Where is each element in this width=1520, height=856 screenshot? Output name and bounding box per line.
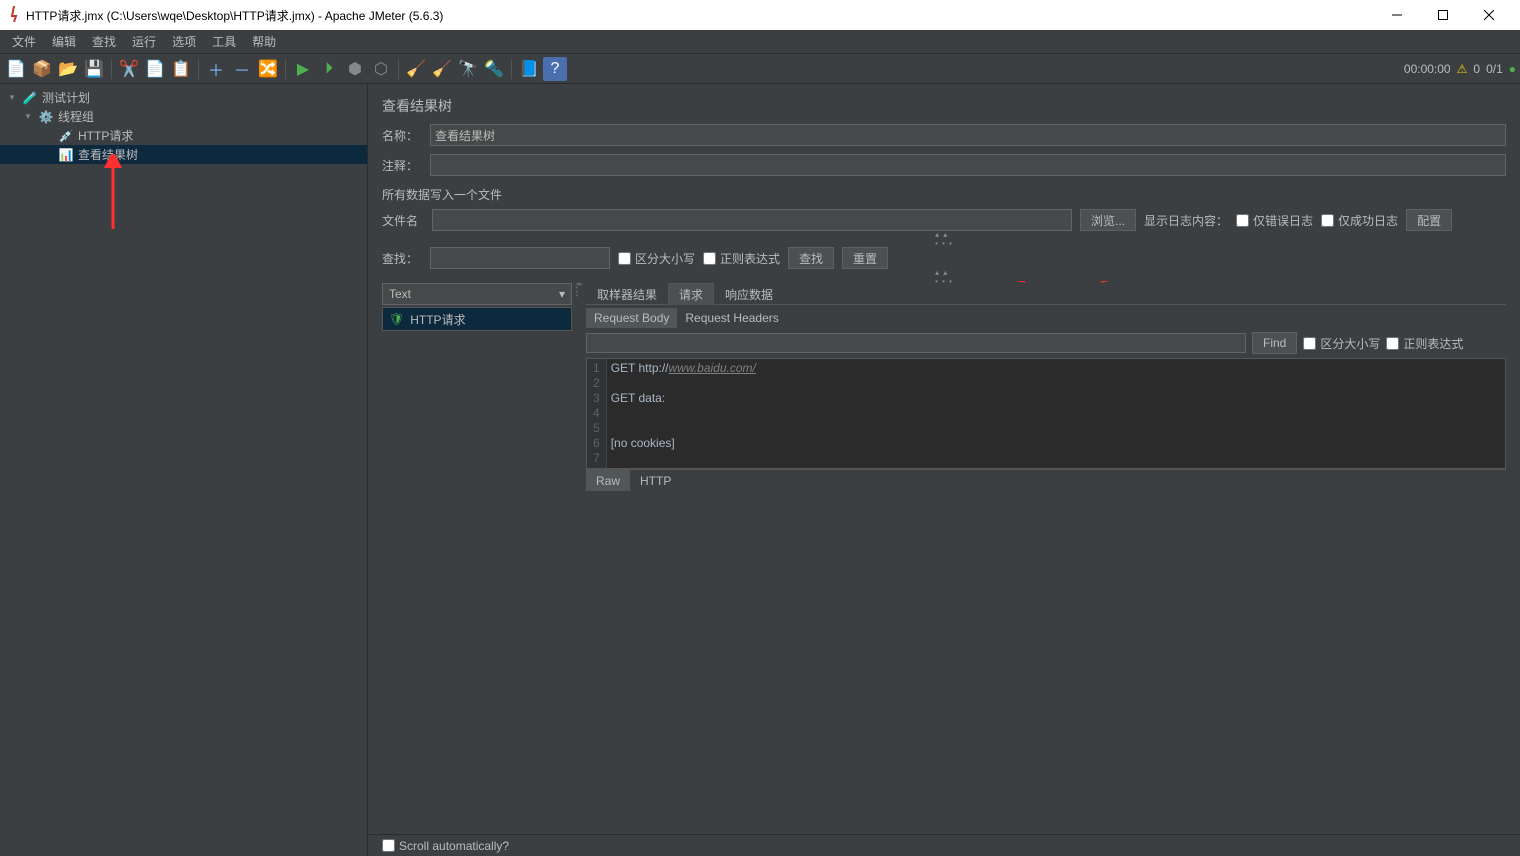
- success-icon: 🛡: [389, 312, 404, 326]
- tree-view-results[interactable]: 📊 查看结果树: [0, 145, 367, 164]
- toolbar: 📄 📦 📂 💾 ✂️ 📄 📋 ＋ － 🔀 ▶ ⏵ ⬢ ⬡ 🧹 🧹 🔭 🔦 📘 ?…: [0, 54, 1520, 84]
- copy-icon[interactable]: 📄: [143, 57, 167, 81]
- tab-response[interactable]: 响应数据: [714, 283, 784, 305]
- maximize-button[interactable]: [1420, 0, 1466, 30]
- flask-icon: 🧪: [22, 90, 38, 106]
- subtab-headers[interactable]: Request Headers: [677, 308, 786, 328]
- find-regex-checkbox[interactable]: 正则表达式: [1386, 335, 1463, 352]
- only-errors-checkbox[interactable]: 仅错误日志: [1236, 212, 1313, 229]
- menu-file[interactable]: 文件: [4, 31, 44, 52]
- reset-search-icon[interactable]: 🔦: [482, 57, 506, 81]
- filename-label: 文件名: [382, 212, 424, 229]
- tab-sampler-result[interactable]: 取样器结果: [586, 283, 668, 305]
- function-helper-icon[interactable]: 📘: [517, 57, 541, 81]
- new-icon[interactable]: 📄: [4, 57, 28, 81]
- line-gutter: 1234567: [587, 359, 607, 468]
- search-label: 查找：: [382, 250, 422, 267]
- collapse-icon[interactable]: －: [230, 57, 254, 81]
- annotation-arrow-icon: [98, 154, 128, 234]
- start-icon[interactable]: ▶: [291, 57, 315, 81]
- configure-button[interactable]: 配置: [1406, 209, 1452, 231]
- templates-icon[interactable]: 📦: [30, 57, 54, 81]
- start-no-pause-icon[interactable]: ⏵: [317, 57, 341, 81]
- find-button[interactable]: Find: [1252, 332, 1297, 354]
- cut-icon[interactable]: ✂️: [117, 57, 141, 81]
- status-icon: ●: [1509, 62, 1516, 76]
- name-input[interactable]: [430, 124, 1506, 146]
- search-input[interactable]: [430, 247, 610, 269]
- search-button[interactable]: 查找: [788, 247, 834, 269]
- reset-button[interactable]: 重置: [842, 247, 888, 269]
- view-mode-tabs: Raw HTTP: [586, 469, 1506, 491]
- results-tree-panel: 查看结果树 名称： 注释： 所有数据写入一个文件 文件名 浏览... 显示日志内…: [368, 84, 1520, 856]
- vertical-splitter[interactable]: ◂▸•••: [576, 283, 582, 299]
- code-content[interactable]: GET http://www.baidu.com/ GET data: [no …: [607, 359, 760, 468]
- renderer-dropdown[interactable]: Text ▾: [382, 283, 572, 305]
- clear-icon[interactable]: 🧹: [404, 57, 428, 81]
- chart-icon: 📊: [58, 147, 74, 163]
- clear-all-icon[interactable]: 🧹: [430, 57, 454, 81]
- window-title: HTTP请求.jmx (C:\Users\wqe\Desktop\HTTP请求.…: [26, 7, 443, 24]
- only-success-checkbox[interactable]: 仅成功日志: [1321, 212, 1398, 229]
- paste-icon[interactable]: 📋: [169, 57, 193, 81]
- menubar: 文件 编辑 查找 运行 选项 工具 帮助: [0, 30, 1520, 54]
- stop-icon[interactable]: ⬢: [343, 57, 367, 81]
- menu-run[interactable]: 运行: [124, 31, 164, 52]
- result-tabs: 取样器结果 请求 响应数据: [586, 283, 1506, 305]
- tab-raw[interactable]: Raw: [586, 470, 630, 491]
- request-body-viewer[interactable]: 1234567 GET http://www.baidu.com/ GET da…: [586, 358, 1506, 469]
- shutdown-icon[interactable]: ⬡: [369, 57, 393, 81]
- close-button[interactable]: [1466, 0, 1512, 30]
- write-section-label: 所有数据写入一个文件: [368, 180, 1520, 205]
- filename-input[interactable]: [432, 209, 1072, 231]
- help-icon[interactable]: ?: [543, 57, 567, 81]
- horizontal-splitter-2[interactable]: ▴ ▴• • •: [368, 273, 1520, 281]
- test-plan-tree[interactable]: ▾ 🧪 测试计划 ▾ ⚙️ 线程组 💉 HTTP请求 📊 查看结果树: [0, 84, 368, 856]
- warning-icon[interactable]: ⚠: [1457, 62, 1468, 76]
- toggle-icon[interactable]: 🔀: [256, 57, 280, 81]
- open-icon[interactable]: 📂: [56, 57, 80, 81]
- find-input[interactable]: [586, 333, 1246, 353]
- tree-thread-group[interactable]: ▾ ⚙️ 线程组: [0, 107, 367, 126]
- titlebar: HTTP请求.jmx (C:\Users\wqe\Desktop\HTTP请求.…: [0, 0, 1520, 30]
- menu-tools[interactable]: 工具: [204, 31, 244, 52]
- result-item[interactable]: 🛡 HTTP请求: [383, 308, 571, 330]
- name-label: 名称：: [382, 127, 422, 144]
- elapsed-time: 00:00:00: [1404, 62, 1451, 76]
- minimize-button[interactable]: [1374, 0, 1420, 30]
- chevron-down-icon: ▾: [559, 287, 565, 301]
- tree-http-request[interactable]: 💉 HTTP请求: [0, 126, 367, 145]
- tree-toggle-icon[interactable]: ▾: [6, 92, 18, 103]
- case-sensitive-checkbox[interactable]: 区分大小写: [618, 250, 695, 267]
- thread-count: 0/1: [1486, 62, 1503, 76]
- subtab-body[interactable]: Request Body: [586, 308, 677, 328]
- menu-options[interactable]: 选项: [164, 31, 204, 52]
- comment-label: 注释：: [382, 157, 422, 174]
- tab-request[interactable]: 请求: [668, 283, 714, 305]
- expand-icon[interactable]: ＋: [204, 57, 228, 81]
- request-subtabs: Request Body Request Headers: [586, 308, 1506, 328]
- menu-search[interactable]: 查找: [84, 31, 124, 52]
- menu-help[interactable]: 帮助: [244, 31, 284, 52]
- tree-toggle-icon[interactable]: ▾: [22, 111, 34, 122]
- search-icon[interactable]: 🔭: [456, 57, 480, 81]
- save-icon[interactable]: 💾: [82, 57, 106, 81]
- results-list[interactable]: 🛡 HTTP请求: [382, 307, 572, 331]
- app-icon: [8, 6, 20, 25]
- pipette-icon: 💉: [58, 128, 74, 144]
- scroll-auto-checkbox[interactable]: Scroll automatically?: [382, 839, 509, 853]
- browse-button[interactable]: 浏览...: [1080, 209, 1136, 231]
- tab-http[interactable]: HTTP: [630, 470, 681, 491]
- find-case-checkbox[interactable]: 区分大小写: [1303, 335, 1380, 352]
- comment-input[interactable]: [430, 154, 1506, 176]
- horizontal-splitter[interactable]: ▴ ▴• • •: [368, 235, 1520, 243]
- error-count: 0: [1473, 62, 1480, 76]
- show-log-label: 显示日志内容：: [1144, 212, 1228, 229]
- gear-icon: ⚙️: [38, 109, 54, 125]
- regex-checkbox[interactable]: 正则表达式: [703, 250, 780, 267]
- panel-title: 查看结果树: [368, 84, 1520, 120]
- menu-edit[interactable]: 编辑: [44, 31, 84, 52]
- tree-test-plan[interactable]: ▾ 🧪 测试计划: [0, 88, 367, 107]
